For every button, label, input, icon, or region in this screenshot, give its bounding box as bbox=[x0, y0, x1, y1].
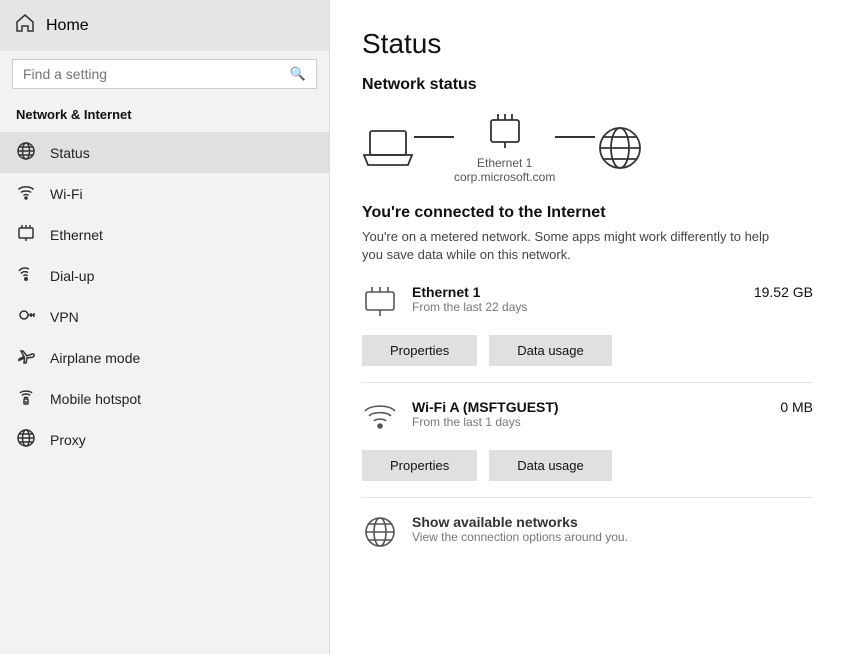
search-box[interactable]: 🔍 bbox=[12, 59, 317, 89]
network-card-wifi: Wi-Fi A (MSFTGUEST) From the last 1 days… bbox=[362, 399, 813, 481]
sidebar-item-status[interactable]: Status bbox=[0, 132, 329, 173]
globe-icon bbox=[16, 142, 36, 163]
ethernet-card-data: 19.52 GB bbox=[754, 284, 813, 300]
diagram-switch: Ethernet 1 corp.microsoft.com bbox=[454, 112, 555, 184]
wifi-properties-button[interactable]: Properties bbox=[362, 450, 477, 481]
sidebar-item-ethernet[interactable]: Ethernet bbox=[0, 214, 329, 255]
network-card-ethernet: Ethernet 1 From the last 22 days 19.52 G… bbox=[362, 284, 813, 366]
sidebar-item-status-label: Status bbox=[50, 145, 90, 161]
wifi-datausage-button[interactable]: Data usage bbox=[489, 450, 612, 481]
proxy-icon bbox=[16, 429, 36, 450]
sidebar-item-vpn-label: VPN bbox=[50, 309, 79, 325]
show-networks-sub: View the connection options around you. bbox=[412, 530, 628, 544]
sidebar-section-title: Network & Internet bbox=[0, 101, 329, 132]
ethernet-card-sub: From the last 22 days bbox=[412, 300, 527, 314]
ethernet-card-text: Ethernet 1 From the last 22 days bbox=[412, 284, 527, 314]
ethernet-card-icon bbox=[362, 284, 398, 325]
ethernet-icon bbox=[16, 224, 36, 245]
ethernet-datausage-button[interactable]: Data usage bbox=[489, 335, 612, 366]
wifi-icon bbox=[16, 183, 36, 204]
diagram-line-2 bbox=[555, 136, 595, 138]
sidebar-item-vpn[interactable]: VPN bbox=[0, 296, 329, 337]
connection-status-desc: You're on a metered network. Some apps m… bbox=[362, 228, 782, 264]
dialup-icon bbox=[16, 265, 36, 286]
sidebar-item-airplane[interactable]: Airplane mode bbox=[0, 337, 329, 378]
diagram-line-1 bbox=[414, 136, 454, 138]
sidebar-item-dialup-label: Dial-up bbox=[50, 268, 94, 284]
diagram-label-1: Ethernet 1 corp.microsoft.com bbox=[454, 156, 555, 184]
sidebar-item-airplane-label: Airplane mode bbox=[50, 350, 140, 366]
sidebar-item-dialup[interactable]: Dial-up bbox=[0, 255, 329, 296]
wifi-card-name: Wi-Fi A (MSFTGUEST) bbox=[412, 399, 559, 415]
network-card-wifi-info: Wi-Fi A (MSFTGUEST) From the last 1 days bbox=[362, 399, 559, 440]
sidebar-item-hotspot[interactable]: Mobile hotspot bbox=[0, 378, 329, 419]
sidebar-item-ethernet-label: Ethernet bbox=[50, 227, 103, 243]
ethernet-properties-button[interactable]: Properties bbox=[362, 335, 477, 366]
wifi-card-data: 0 MB bbox=[780, 399, 813, 415]
sidebar-item-wifi-label: Wi-Fi bbox=[50, 186, 83, 202]
page-title: Status bbox=[362, 28, 813, 60]
wifi-card-text: Wi-Fi A (MSFTGUEST) From the last 1 days bbox=[412, 399, 559, 429]
wifi-card-buttons: Properties Data usage bbox=[362, 450, 813, 481]
sidebar-item-proxy[interactable]: Proxy bbox=[0, 419, 329, 460]
sidebar-item-proxy-label: Proxy bbox=[50, 432, 86, 448]
ethernet-card-name: Ethernet 1 bbox=[412, 284, 527, 300]
vpn-icon bbox=[16, 306, 36, 327]
sidebar-item-hotspot-label: Mobile hotspot bbox=[50, 391, 141, 407]
ethernet-card-buttons: Properties Data usage bbox=[362, 335, 813, 366]
hotspot-icon bbox=[16, 388, 36, 409]
wifi-card-icon bbox=[362, 399, 398, 440]
diagram-laptop bbox=[362, 127, 414, 169]
divider-1 bbox=[362, 382, 813, 383]
show-networks-text: Show available networks View the connect… bbox=[412, 514, 628, 544]
airplane-icon bbox=[16, 347, 36, 368]
divider-2 bbox=[362, 497, 813, 498]
network-card-ethernet-info: Ethernet 1 From the last 22 days bbox=[362, 284, 527, 325]
home-icon bbox=[16, 14, 34, 37]
show-networks-row[interactable]: Show available networks View the connect… bbox=[362, 514, 813, 555]
show-networks-icon bbox=[362, 514, 398, 555]
home-label: Home bbox=[46, 17, 89, 35]
sidebar-item-wifi[interactable]: Wi-Fi bbox=[0, 173, 329, 214]
sidebar-home[interactable]: Home bbox=[0, 0, 329, 51]
wifi-card-sub: From the last 1 days bbox=[412, 415, 559, 429]
show-networks-title: Show available networks bbox=[412, 514, 628, 530]
main-content: Status Network status Ethernet 1 corp.mi… bbox=[330, 0, 845, 654]
diagram-globe bbox=[595, 123, 645, 173]
connection-status-title: You're connected to the Internet bbox=[362, 204, 813, 222]
network-status-title: Network status bbox=[362, 76, 813, 94]
sidebar: Home 🔍 Network & Internet Status bbox=[0, 0, 330, 654]
network-diagram: Ethernet 1 corp.microsoft.com bbox=[362, 112, 813, 184]
search-input[interactable] bbox=[23, 66, 282, 82]
search-icon: 🔍 bbox=[290, 66, 306, 82]
